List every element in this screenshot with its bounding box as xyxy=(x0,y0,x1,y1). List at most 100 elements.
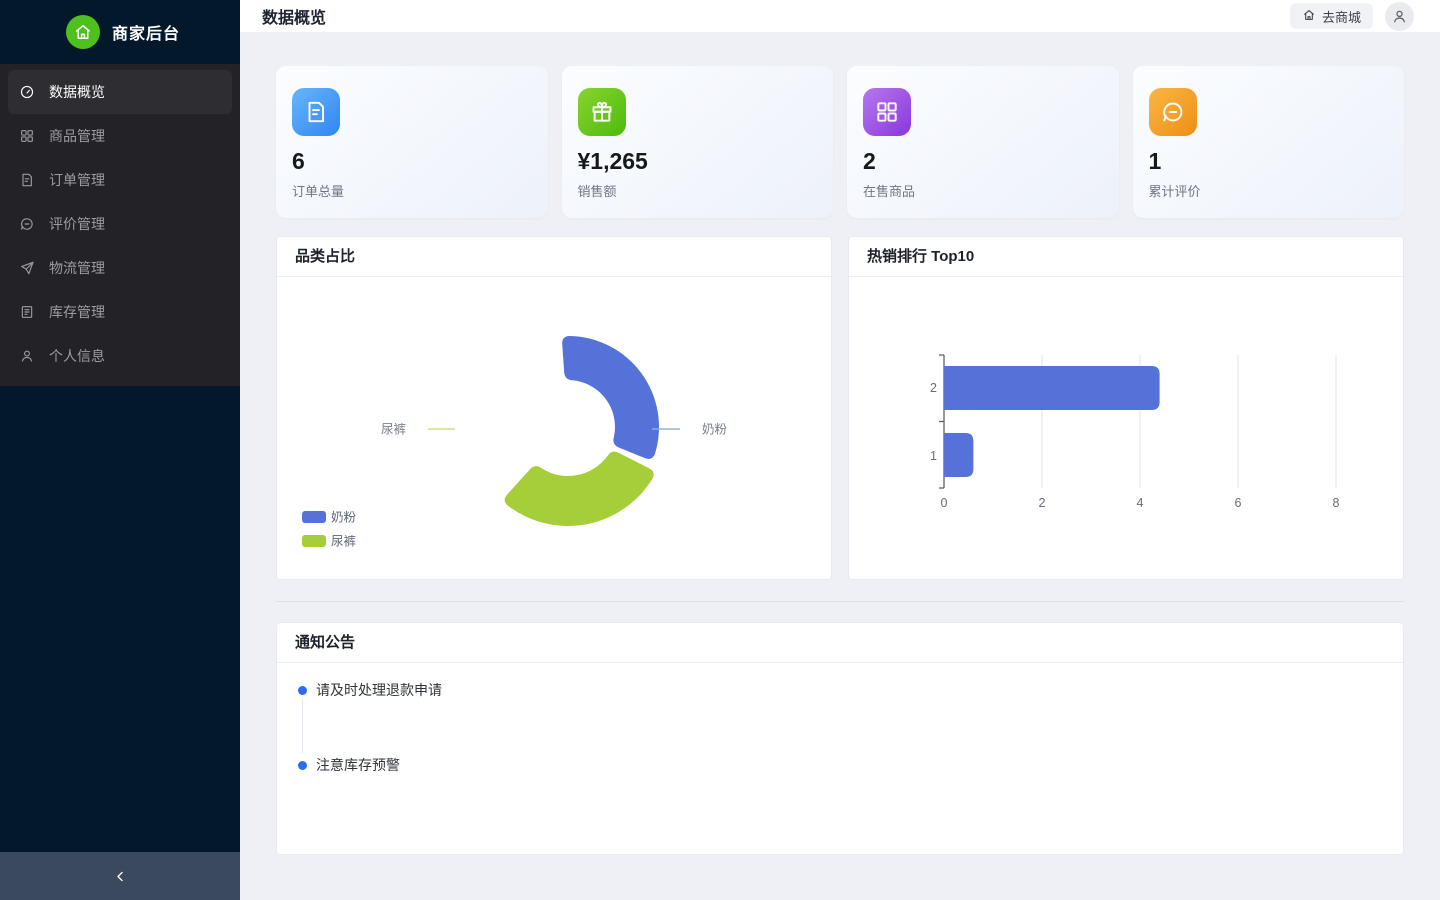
grid-icon xyxy=(874,99,900,125)
category-pie-chart: 奶粉尿裤奶粉尿裤 xyxy=(277,277,831,579)
stat-label-products-on-sale: 在售商品 xyxy=(863,181,1103,200)
list-box-icon xyxy=(19,304,35,320)
pie-label-diapers: 尿裤 xyxy=(381,423,406,437)
main-area: 数据概览 去商城 6 订单总量 ¥1,265 销售额 2 在售商品 1 累计评价 品类占比 奶… xyxy=(240,0,1440,900)
user-avatar[interactable] xyxy=(1385,2,1414,31)
stat-label-orders-total: 订单总量 xyxy=(292,181,532,200)
charts-row: 品类占比 奶粉尿裤奶粉尿裤 热销排行 Top10 2102468 xyxy=(276,236,1404,580)
legend-label-diapers: 尿裤 xyxy=(331,535,356,549)
document-icon xyxy=(19,172,35,188)
legend-item-diapers[interactable]: 尿裤 xyxy=(302,535,356,549)
grid-icon xyxy=(19,128,35,144)
grid-icon xyxy=(19,128,35,144)
stat-card-products-on-sale: 2 在售商品 xyxy=(847,66,1119,218)
sidebar-item-label: 物流管理 xyxy=(49,258,105,278)
app-title: 商家后台 xyxy=(112,20,180,44)
x-tick-label-2: 2 xyxy=(1039,496,1046,510)
stat-label-reviews-total: 累计评价 xyxy=(1149,181,1389,200)
user-icon xyxy=(1391,8,1408,25)
stat-value-reviews-total: 1 xyxy=(1149,149,1389,174)
timeline-dot-icon xyxy=(298,761,307,770)
list-box-icon xyxy=(19,304,35,320)
pie-segment-milk-powder[interactable] xyxy=(562,336,659,459)
sidebar-item-label: 商品管理 xyxy=(49,126,105,146)
y-category-label-1: 1 xyxy=(930,449,937,463)
gift-icon xyxy=(589,99,615,125)
x-tick-label-0: 0 xyxy=(941,496,948,510)
stat-card-orders-total: 6 订单总量 xyxy=(276,66,548,218)
topbar-right: 去商城 xyxy=(1290,2,1414,31)
sidebar: 商家后台 数据概览商品管理订单管理评价管理物流管理库存管理个人信息 xyxy=(0,0,240,900)
sidebar-menu: 数据概览商品管理订单管理评价管理物流管理库存管理个人信息 xyxy=(0,64,240,386)
x-tick-label-6: 6 xyxy=(1235,496,1242,510)
send-icon xyxy=(19,260,35,276)
gauge-icon xyxy=(19,84,35,100)
legend-item-milk-powder[interactable]: 奶粉 xyxy=(302,510,357,525)
sidebar-item-orders[interactable]: 订单管理 xyxy=(8,158,232,202)
sidebar-item-profile[interactable]: 个人信息 xyxy=(8,334,232,378)
timeline-connector xyxy=(302,699,303,753)
user-icon xyxy=(19,348,35,364)
stat-card-reviews-total: 1 累计评价 xyxy=(1133,66,1405,218)
chevron-left-icon xyxy=(113,869,128,884)
stat-value-orders-total: 6 xyxy=(292,149,532,174)
sidebar-item-inventory[interactable]: 库存管理 xyxy=(8,290,232,334)
notice-text: 请及时处理退款申请 xyxy=(316,683,1383,698)
comment-icon xyxy=(19,216,35,232)
app-logo: 商家后台 xyxy=(0,0,240,64)
stat-value-sales-amount: ¥1,265 xyxy=(578,149,818,174)
shop-home-logo-icon xyxy=(66,15,100,49)
sidebar-item-logistics[interactable]: 物流管理 xyxy=(8,246,232,290)
notice-item: 注意库存预警 xyxy=(298,758,1383,773)
sidebar-item-label: 数据概览 xyxy=(49,82,105,102)
gauge-icon xyxy=(19,84,35,100)
content: 6订单总量¥1,265销售额2在售商品1累计评价 品类占比 奶粉尿裤奶粉尿裤 热… xyxy=(240,32,1440,900)
stats-row: 6 订单总量 ¥1,265 销售额 2 在售商品 1 累计评价 xyxy=(276,66,1404,218)
x-tick-label-8: 8 xyxy=(1333,496,1340,510)
sidebar-item-dashboard[interactable]: 数据概览 xyxy=(8,70,232,114)
stat-value-products-on-sale: 2 xyxy=(863,149,1103,174)
products-on-sale-icon-badge xyxy=(863,88,911,136)
notice-timeline: 请及时处理退款申请注意库存预警 xyxy=(277,663,1403,773)
comment-icon xyxy=(19,216,35,232)
category-share-panel: 品类占比 奶粉尿裤奶粉尿裤 xyxy=(276,236,832,580)
sidebar-item-label: 评价管理 xyxy=(49,214,105,234)
sales-ranking-panel-title: 热销排行 Top10 xyxy=(849,237,1403,277)
orders-total-icon-badge xyxy=(292,88,340,136)
sidebar-item-reviews[interactable]: 评价管理 xyxy=(8,202,232,246)
stat-label-sales-amount: 销售额 xyxy=(578,181,818,200)
sales-ranking-panel: 热销排行 Top10 2 1 0 2 4 6 8 xyxy=(848,236,1404,580)
sales-ranking-bar-chart: 2 1 0 2 4 6 8 xyxy=(849,277,1403,579)
legend-swatch-milk-powder xyxy=(302,511,326,523)
x-tick-label-4: 4 xyxy=(1137,496,1144,510)
page-title: 数据概览 xyxy=(262,4,326,28)
category-share-panel-title: 品类占比 xyxy=(277,237,831,277)
bar-2[interactable] xyxy=(944,366,1160,410)
comment-icon xyxy=(1160,99,1186,125)
notice-panel-title: 通知公告 xyxy=(277,623,1403,663)
sidebar-item-label: 订单管理 xyxy=(49,170,105,190)
user-icon xyxy=(19,348,35,364)
legend-swatch-diapers xyxy=(302,535,326,547)
pie-segment-diapers[interactable] xyxy=(505,452,654,526)
home-icon xyxy=(73,22,93,42)
y-category-label-2: 2 xyxy=(930,381,937,395)
sidebar-collapse-button[interactable] xyxy=(0,852,240,900)
sidebar-item-products[interactable]: 商品管理 xyxy=(8,114,232,158)
app-root: 商家后台 数据概览商品管理订单管理评价管理物流管理库存管理个人信息 数据概览 去… xyxy=(0,0,1440,900)
sales-amount-icon-badge xyxy=(578,88,626,136)
timeline-dot-icon xyxy=(298,686,307,695)
send-icon xyxy=(19,260,35,276)
document-icon xyxy=(19,172,35,188)
section-divider xyxy=(276,601,1404,602)
notice-panel: 通知公告 请及时处理退款申请注意库存预警 xyxy=(276,622,1404,855)
notice-item: 请及时处理退款申请 xyxy=(298,683,1383,758)
home-icon xyxy=(1302,8,1316,25)
go-to-shop-button[interactable]: 去商城 xyxy=(1290,3,1373,29)
sidebar-item-label: 个人信息 xyxy=(49,346,105,366)
document-icon xyxy=(303,99,329,125)
bar-1[interactable] xyxy=(944,433,973,477)
sidebar-item-label: 库存管理 xyxy=(49,302,105,322)
topbar: 数据概览 去商城 xyxy=(240,0,1440,32)
home-icon xyxy=(1302,8,1316,22)
